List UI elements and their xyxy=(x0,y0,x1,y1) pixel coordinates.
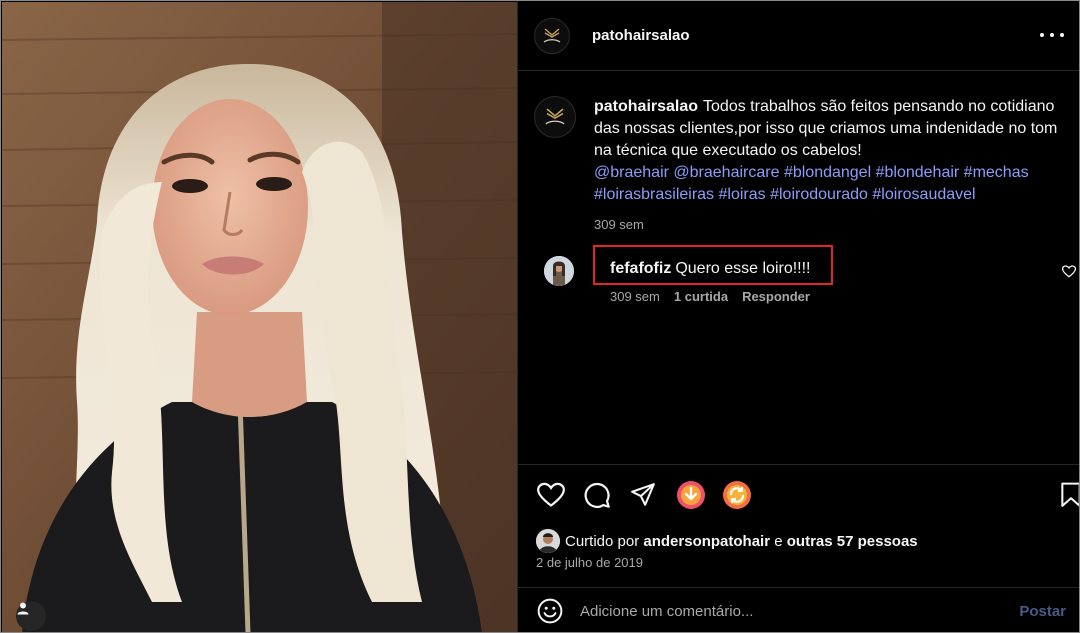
comment-avatar-image xyxy=(544,256,574,286)
comment-icon xyxy=(584,482,610,508)
comment-button[interactable] xyxy=(582,479,612,511)
liker-avatar-image xyxy=(536,529,560,553)
hashtag-link[interactable]: #loirodourado xyxy=(770,186,868,203)
comment-input[interactable] xyxy=(580,597,1000,625)
profile-avatar[interactable] xyxy=(534,17,570,54)
heart-icon xyxy=(537,482,565,507)
heart-icon xyxy=(1061,265,1077,278)
download-extension-icon xyxy=(677,481,705,509)
comment-like-button[interactable] xyxy=(1061,265,1077,283)
save-button[interactable] xyxy=(1056,479,1079,511)
hashtag-link[interactable]: #loiras xyxy=(719,186,766,203)
caption-body: patohairsalao Todos trabalhos são feitos … xyxy=(594,96,1064,236)
caption-timestamp: 309 sem xyxy=(594,217,644,232)
hashtag-link[interactable]: #blondehair xyxy=(876,164,960,181)
post-dialog: patohairsalao patohairsalao Todos trabalh… xyxy=(0,0,1080,633)
user-tag-button[interactable] xyxy=(16,601,46,631)
comment-item: fefafofiz Quero esse loiro!!!! 309 sem 1 … xyxy=(534,245,1077,311)
hashtag-link[interactable]: #mechas xyxy=(964,164,1029,181)
comment-meta: 309 sem 1 curtida Responder xyxy=(610,289,810,304)
caption-avatar[interactable] xyxy=(534,96,576,138)
post-side-panel: patohairsalao patohairsalao Todos trabalh… xyxy=(517,1,1079,632)
post-photo xyxy=(2,2,517,632)
salon-logo-icon xyxy=(545,108,565,125)
download-extension-button[interactable] xyxy=(676,479,706,511)
post-date: 2 de julho de 2019 xyxy=(536,555,643,570)
actions-divider xyxy=(518,464,1079,465)
likes-others-link[interactable]: outras 57 pessoas xyxy=(787,533,918,550)
like-button[interactable] xyxy=(536,479,566,511)
repost-extension-button[interactable] xyxy=(722,479,752,511)
user-tag-icon xyxy=(17,602,29,615)
likes-conjunction: e xyxy=(774,532,783,550)
emoji-icon xyxy=(537,598,563,624)
post-comment-button[interactable]: Postar xyxy=(1019,603,1066,620)
post-header: patohairsalao xyxy=(518,1,1079,71)
share-icon xyxy=(631,483,655,506)
bookmark-icon xyxy=(1061,482,1079,507)
hashtag-link[interactable]: #loirasbrasileiras xyxy=(594,186,714,203)
comment-timestamp: 309 sem xyxy=(610,289,660,304)
comment-username[interactable]: fefafofiz xyxy=(610,260,671,277)
comment-text: Quero esse loiro!!!! xyxy=(675,260,811,277)
more-icon-dot xyxy=(1060,33,1064,37)
salon-logo-icon xyxy=(543,27,561,43)
post-actions-bar xyxy=(536,479,1079,513)
hashtag-link[interactable]: @braehair xyxy=(594,164,669,181)
caption-hashtags: @braehair @braehaircare #blondangel #blo… xyxy=(594,162,1064,206)
likes-summary: Curtido por andersonpatohair e outras 57… xyxy=(536,528,918,554)
more-icon-dot xyxy=(1050,33,1054,37)
hashtag-link[interactable]: #blondangel xyxy=(784,164,871,181)
caption-username[interactable]: patohairsalao xyxy=(594,98,698,115)
hashtag-link[interactable]: #loirosaudavel xyxy=(872,186,975,203)
share-button[interactable] xyxy=(628,479,658,511)
comment-reply-button[interactable]: Responder xyxy=(742,289,810,304)
liker-avatar[interactable] xyxy=(536,529,560,553)
add-comment-bar: Postar xyxy=(518,588,1079,632)
more-options-button[interactable] xyxy=(1040,25,1064,45)
comment-body: fefafofiz Quero esse loiro!!!! xyxy=(610,260,811,278)
likes-user-link[interactable]: andersonpatohair xyxy=(643,533,770,550)
comment-likes-count[interactable]: 1 curtida xyxy=(674,289,728,304)
comment-avatar[interactable] xyxy=(544,256,574,286)
emoji-button[interactable] xyxy=(536,597,564,625)
header-username[interactable]: patohairsalao xyxy=(592,27,690,44)
hashtag-link[interactable]: @braehaircare xyxy=(673,164,779,181)
likes-prefix: Curtido por xyxy=(565,532,640,550)
repost-extension-icon xyxy=(723,481,751,509)
more-icon xyxy=(1040,33,1044,37)
